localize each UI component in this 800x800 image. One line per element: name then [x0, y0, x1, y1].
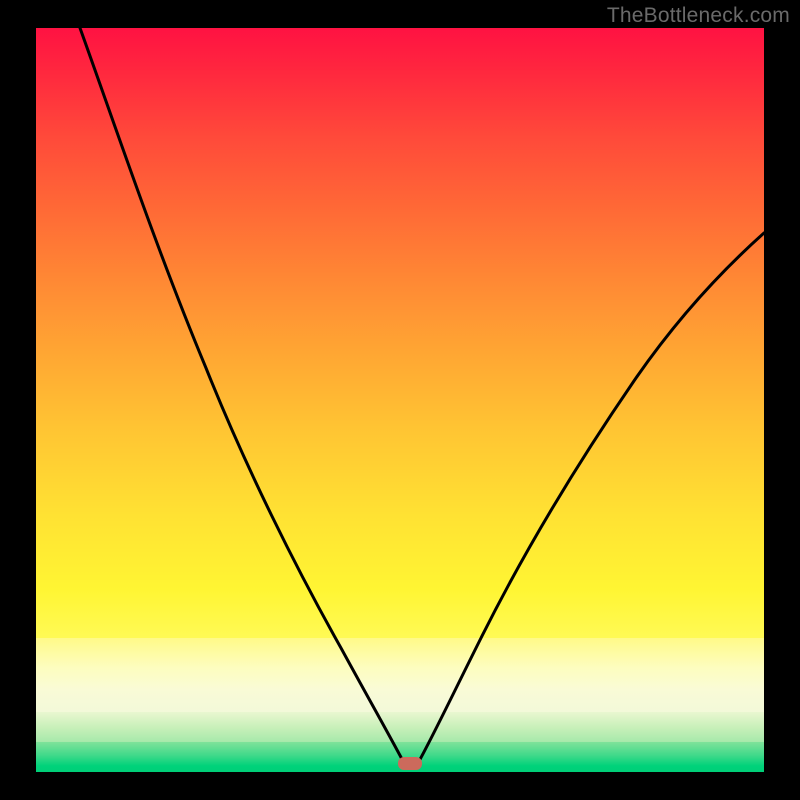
bottleneck-curve	[36, 28, 764, 772]
optimal-marker	[398, 757, 422, 770]
watermark-text: TheBottleneck.com	[607, 4, 790, 28]
chart-frame: TheBottleneck.com	[0, 0, 800, 800]
curve-left-branch	[80, 28, 404, 763]
plot-area	[36, 28, 764, 772]
curve-right-branch	[418, 233, 764, 763]
